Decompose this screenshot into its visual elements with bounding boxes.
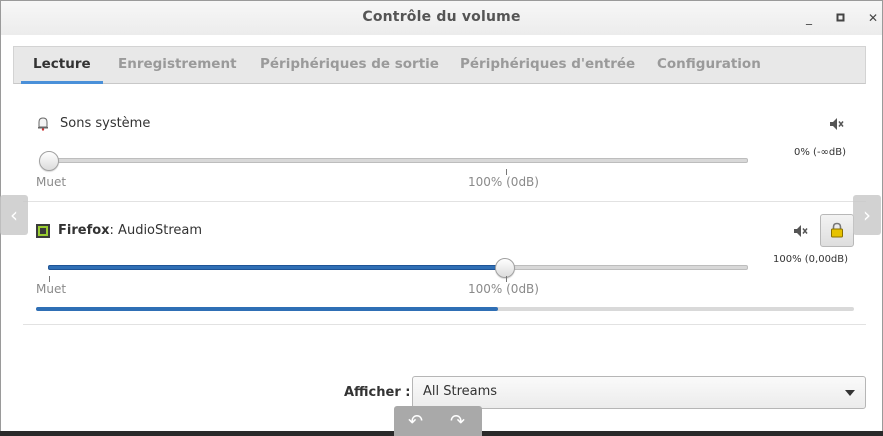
dropdown-selected-value: All Streams [423, 384, 498, 399]
tab-enregistrement[interactable]: Enregistrement [118, 47, 237, 83]
minimize-icon: _ [806, 11, 812, 25]
slider-mid-label: 100% (0dB) [468, 175, 539, 189]
slider-min-label: Muet [36, 282, 67, 296]
peak-level-fill [36, 307, 498, 311]
stream-name: Sons système [60, 116, 151, 131]
undo-redo-overlay: ↶ ↷ [394, 406, 482, 436]
speaker-mute-icon[interactable] [792, 223, 808, 239]
next-arrow-button[interactable]: › [853, 195, 881, 235]
stream-name: Firefox: AudioStream [58, 223, 202, 238]
window-title: Contrôle du volume [362, 9, 521, 25]
volume-slider-fill [48, 265, 506, 270]
lock-channels-button[interactable] [820, 214, 854, 247]
stream-divider [23, 201, 866, 202]
volume-slider-knob[interactable] [39, 151, 59, 171]
application-icon [36, 224, 50, 238]
redo-icon[interactable]: ↷ [450, 411, 465, 432]
chevron-right-icon: › [863, 203, 871, 227]
stream-filter-dropdown[interactable]: All Streams [412, 376, 866, 409]
undo-icon[interactable]: ↶ [408, 411, 423, 432]
close-button[interactable]: ✕ [865, 10, 881, 26]
bell-icon [38, 117, 48, 131]
slider-mid-label: 100% (0dB) [468, 282, 539, 296]
minimize-button[interactable]: _ [801, 10, 817, 26]
previous-arrow-button[interactable]: ‹ [0, 195, 28, 235]
title-bar[interactable]: Contrôle du volume _ ✕ [1, 1, 882, 35]
volume-readout: 0% (-∞dB) [794, 147, 846, 158]
volume-slider-trough[interactable] [48, 158, 748, 163]
filter-label: Afficher : [344, 385, 411, 400]
stream-title: : AudioStream [109, 223, 203, 238]
maximize-button[interactable] [833, 10, 849, 26]
tab-bar: Lecture Enregistrement Périphériques de … [13, 46, 866, 84]
maximize-icon [836, 13, 845, 22]
volume-readout: 100% (0,00dB) [773, 254, 849, 265]
tab-configuration[interactable]: Configuration [657, 47, 761, 83]
slider-min-label: Muet [36, 175, 67, 189]
stream-divider [23, 324, 866, 325]
chevron-down-icon [845, 390, 855, 396]
tab-lecture[interactable]: Lecture [21, 47, 103, 84]
close-icon: ✕ [867, 11, 879, 25]
padlock-icon [831, 222, 843, 238]
volume-control-window: Contrôle du volume _ ✕ Lecture Enregistr… [0, 0, 883, 431]
app-name: Firefox [58, 223, 110, 238]
tab-peripheriques-entree[interactable]: Périphériques d'entrée [460, 47, 635, 83]
speaker-mute-icon[interactable] [828, 116, 844, 132]
chevron-left-icon: ‹ [10, 203, 18, 227]
volume-slider-knob[interactable] [495, 258, 515, 278]
tab-peripheriques-sortie[interactable]: Périphériques de sortie [260, 47, 439, 83]
